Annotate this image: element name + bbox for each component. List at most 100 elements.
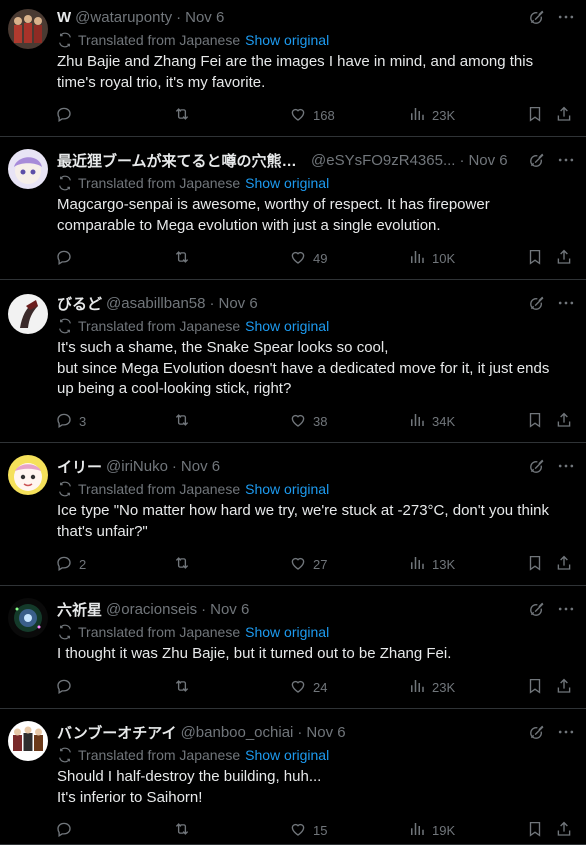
user-handle[interactable]: @asabillban58 xyxy=(106,295,205,312)
grok-icon[interactable] xyxy=(528,600,546,618)
share-icon xyxy=(555,677,573,698)
reply-button[interactable] xyxy=(55,105,79,125)
repost-button[interactable] xyxy=(173,554,197,574)
translated-label: Translated from Japanese xyxy=(78,32,241,48)
user-handle[interactable]: @eSYsFO9zR4365... xyxy=(311,152,455,169)
repost-button[interactable] xyxy=(173,677,197,697)
views-button[interactable]: 23K xyxy=(408,677,455,697)
heart-icon xyxy=(289,554,307,575)
bookmark-button[interactable] xyxy=(526,677,544,697)
like-button[interactable]: 49 xyxy=(289,248,327,268)
more-options-icon[interactable] xyxy=(556,293,576,313)
bookmark-button[interactable] xyxy=(526,248,544,268)
avatar[interactable] xyxy=(8,721,48,761)
repost-button[interactable] xyxy=(173,820,197,840)
display-name[interactable]: バンブーオチアイ xyxy=(57,722,177,743)
share-button[interactable] xyxy=(555,105,573,125)
views-button[interactable]: 23K xyxy=(408,105,455,125)
tweet[interactable]: 六祈星 @oracionseis · Nov 6 Translated from… xyxy=(0,586,586,709)
repost-icon xyxy=(173,248,191,269)
tweet[interactable]: びるど @asabillban58 · Nov 6 Translated fro… xyxy=(0,280,586,443)
tweet-date[interactable]: Nov 6 xyxy=(185,9,224,26)
reply-icon xyxy=(55,677,73,698)
avatar[interactable] xyxy=(8,294,48,334)
like-button[interactable]: 27 xyxy=(289,554,327,574)
repost-button[interactable] xyxy=(173,248,197,268)
show-original-link[interactable]: Show original xyxy=(245,747,329,763)
reply-icon xyxy=(55,411,73,432)
repost-button[interactable] xyxy=(173,105,197,125)
display-name[interactable]: 最近狸ブームが来てると噂の穴熊ム... xyxy=(57,150,307,171)
display-name[interactable]: イリー xyxy=(57,456,102,477)
tweet-date[interactable]: Nov 6 xyxy=(218,295,257,312)
share-button[interactable] xyxy=(555,820,573,840)
tweet[interactable]: W @wataruponty · Nov 6 Translated from J… xyxy=(0,0,586,137)
like-button[interactable]: 15 xyxy=(289,820,327,840)
repost-button[interactable] xyxy=(173,411,197,431)
like-button[interactable]: 24 xyxy=(289,677,327,697)
like-button[interactable]: 38 xyxy=(289,411,327,431)
show-original-link[interactable]: Show original xyxy=(245,624,329,640)
user-handle[interactable]: @banboo_ochiai xyxy=(181,724,294,741)
show-original-link[interactable]: Show original xyxy=(245,175,329,191)
bookmark-button[interactable] xyxy=(526,105,544,125)
translate-icon xyxy=(57,747,73,763)
more-options-icon[interactable] xyxy=(556,456,576,476)
reply-button[interactable] xyxy=(55,677,79,697)
tweet[interactable]: 最近狸ブームが来てると噂の穴熊ム... @eSYsFO9zR4365... · … xyxy=(0,137,586,280)
grok-icon[interactable] xyxy=(528,151,546,169)
grok-icon[interactable] xyxy=(528,457,546,475)
more-options-icon[interactable] xyxy=(556,722,576,742)
reply-icon xyxy=(55,248,73,269)
like-button[interactable]: 168 xyxy=(289,105,335,125)
views-button[interactable]: 34K xyxy=(408,411,455,431)
user-handle[interactable]: @oracionseis xyxy=(106,601,197,618)
like-count: 49 xyxy=(313,250,328,266)
share-button[interactable] xyxy=(555,248,573,268)
tweet[interactable]: イリー @iriNuko · Nov 6 Translated from Jap… xyxy=(0,443,586,586)
tweet-text-line: up being a cool-looking stick, right? xyxy=(57,380,292,397)
tweet-header: 最近狸ブームが来てると噂の穴熊ム... @eSYsFO9zR4365... · … xyxy=(57,150,586,170)
show-original-link[interactable]: Show original xyxy=(245,318,329,334)
avatar[interactable] xyxy=(8,455,48,495)
avatar[interactable] xyxy=(8,149,48,189)
share-button[interactable] xyxy=(555,677,573,697)
avatar[interactable] xyxy=(8,9,48,49)
reply-button[interactable]: 3 xyxy=(55,411,86,431)
views-button[interactable]: 13K xyxy=(408,554,455,574)
heart-icon xyxy=(289,248,307,269)
more-options-icon[interactable] xyxy=(556,150,576,170)
display-name[interactable]: びるど xyxy=(57,293,102,314)
bookmark-button[interactable] xyxy=(526,554,544,574)
user-handle[interactable]: @iriNuko xyxy=(106,458,168,475)
more-options-icon[interactable] xyxy=(556,599,576,619)
tweet-date[interactable]: Nov 6 xyxy=(210,601,249,618)
grok-icon[interactable] xyxy=(528,723,546,741)
tweet-date[interactable]: Nov 6 xyxy=(468,152,507,169)
more-options-icon[interactable] xyxy=(556,7,576,27)
like-count: 27 xyxy=(313,556,328,572)
reply-button[interactable]: 2 xyxy=(55,554,86,574)
bookmark-button[interactable] xyxy=(526,411,544,431)
tweet-text: Zhu Bajie and Zhang Fei are the images I… xyxy=(57,52,572,93)
views-button[interactable]: 10K xyxy=(408,248,455,268)
reply-button[interactable] xyxy=(55,248,79,268)
tweet-actions: 49 10K xyxy=(55,248,586,268)
views-button[interactable]: 19K xyxy=(408,820,455,840)
grok-icon[interactable] xyxy=(528,8,546,26)
tweet-date[interactable]: Nov 6 xyxy=(181,458,220,475)
reply-button[interactable] xyxy=(55,820,79,840)
tweet-text-line: time's royal trio, it's my favorite. xyxy=(57,73,266,91)
show-original-link[interactable]: Show original xyxy=(245,32,329,48)
avatar[interactable] xyxy=(8,598,48,638)
display-name[interactable]: W xyxy=(57,9,71,26)
display-name[interactable]: 六祈星 xyxy=(57,599,102,620)
show-original-link[interactable]: Show original xyxy=(245,481,329,497)
user-handle[interactable]: @wataruponty xyxy=(75,9,172,26)
bookmark-button[interactable] xyxy=(526,820,544,840)
tweet[interactable]: バンブーオチアイ @banboo_ochiai · Nov 6 Translat… xyxy=(0,709,586,845)
grok-icon[interactable] xyxy=(528,294,546,312)
share-button[interactable] xyxy=(555,411,573,431)
share-button[interactable] xyxy=(555,554,573,574)
tweet-date[interactable]: Nov 6 xyxy=(306,724,345,741)
